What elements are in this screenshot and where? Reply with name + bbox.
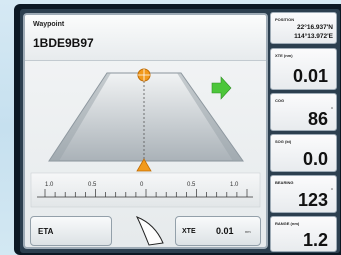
range-panel[interactable]: RANGE (nm) 1.2 (270, 216, 337, 252)
position-lat: 22°16.937'N (297, 24, 333, 31)
cog-label: COG (275, 98, 285, 103)
vessel-outline-icon (135, 216, 164, 246)
range-label: RANGE (nm) (275, 221, 300, 226)
range-value: 1.2 (302, 230, 328, 250)
position-panel[interactable]: POSITION 22°16.937'N 114°13.972'E (270, 12, 337, 44)
xte-value: 0.01 (292, 66, 328, 86)
scale-label-left-1: 1.0 (45, 182, 54, 188)
bearing-label: BEARING (275, 180, 294, 185)
scale-label-left-05: 0.5 (88, 182, 97, 188)
sog-label: SOG (kt) (275, 139, 292, 144)
xte-button[interactable]: XTE 0.01 nm (175, 216, 261, 246)
position-label: POSITION (275, 17, 295, 22)
scale-label-right-1: 1.0 (230, 182, 239, 188)
xte-button-value: 0.01 (216, 226, 234, 236)
waypoint-header: Waypoint 1BDE9B97 (25, 15, 266, 61)
highway-panel: Waypoint 1BDE9B97 1.0 0.5 0 0.5 1.0 ETA … (23, 13, 268, 249)
bearing-panel[interactable]: BEARING 123 ° (270, 175, 337, 213)
bearing-unit: ° (331, 188, 333, 194)
steer-right-arrow-icon (211, 76, 232, 100)
bottom-bar: ETA XTE 0.01 nm (25, 211, 266, 247)
waypoint-id: 1BDE9B97 (33, 36, 94, 50)
sog-panel[interactable]: SOG (kt) 0.0 (270, 134, 337, 172)
cog-panel[interactable]: COG 86 ° (270, 93, 337, 131)
xte-label: XTE (nm) (275, 53, 293, 58)
cog-unit: ° (331, 107, 333, 113)
sog-value: 0.0 (302, 149, 328, 169)
xte-scale-bar (30, 172, 261, 208)
xte-button-label: XTE (182, 228, 196, 235)
xte-panel[interactable]: XTE (nm) 0.01 (270, 48, 337, 90)
waypoint-marker-icon (137, 68, 151, 82)
xte-button-unit: nm (245, 229, 251, 234)
highway-graphic: 1.0 0.5 0 0.5 1.0 (30, 68, 261, 208)
cog-value: 86 (307, 109, 328, 129)
position-lon: 114°13.972'E (294, 33, 333, 40)
waypoint-label: Waypoint (33, 21, 65, 28)
bearing-value: 123 (297, 190, 328, 210)
eta-button[interactable]: ETA (30, 216, 112, 246)
scale-label-right-05: 0.5 (187, 182, 196, 188)
